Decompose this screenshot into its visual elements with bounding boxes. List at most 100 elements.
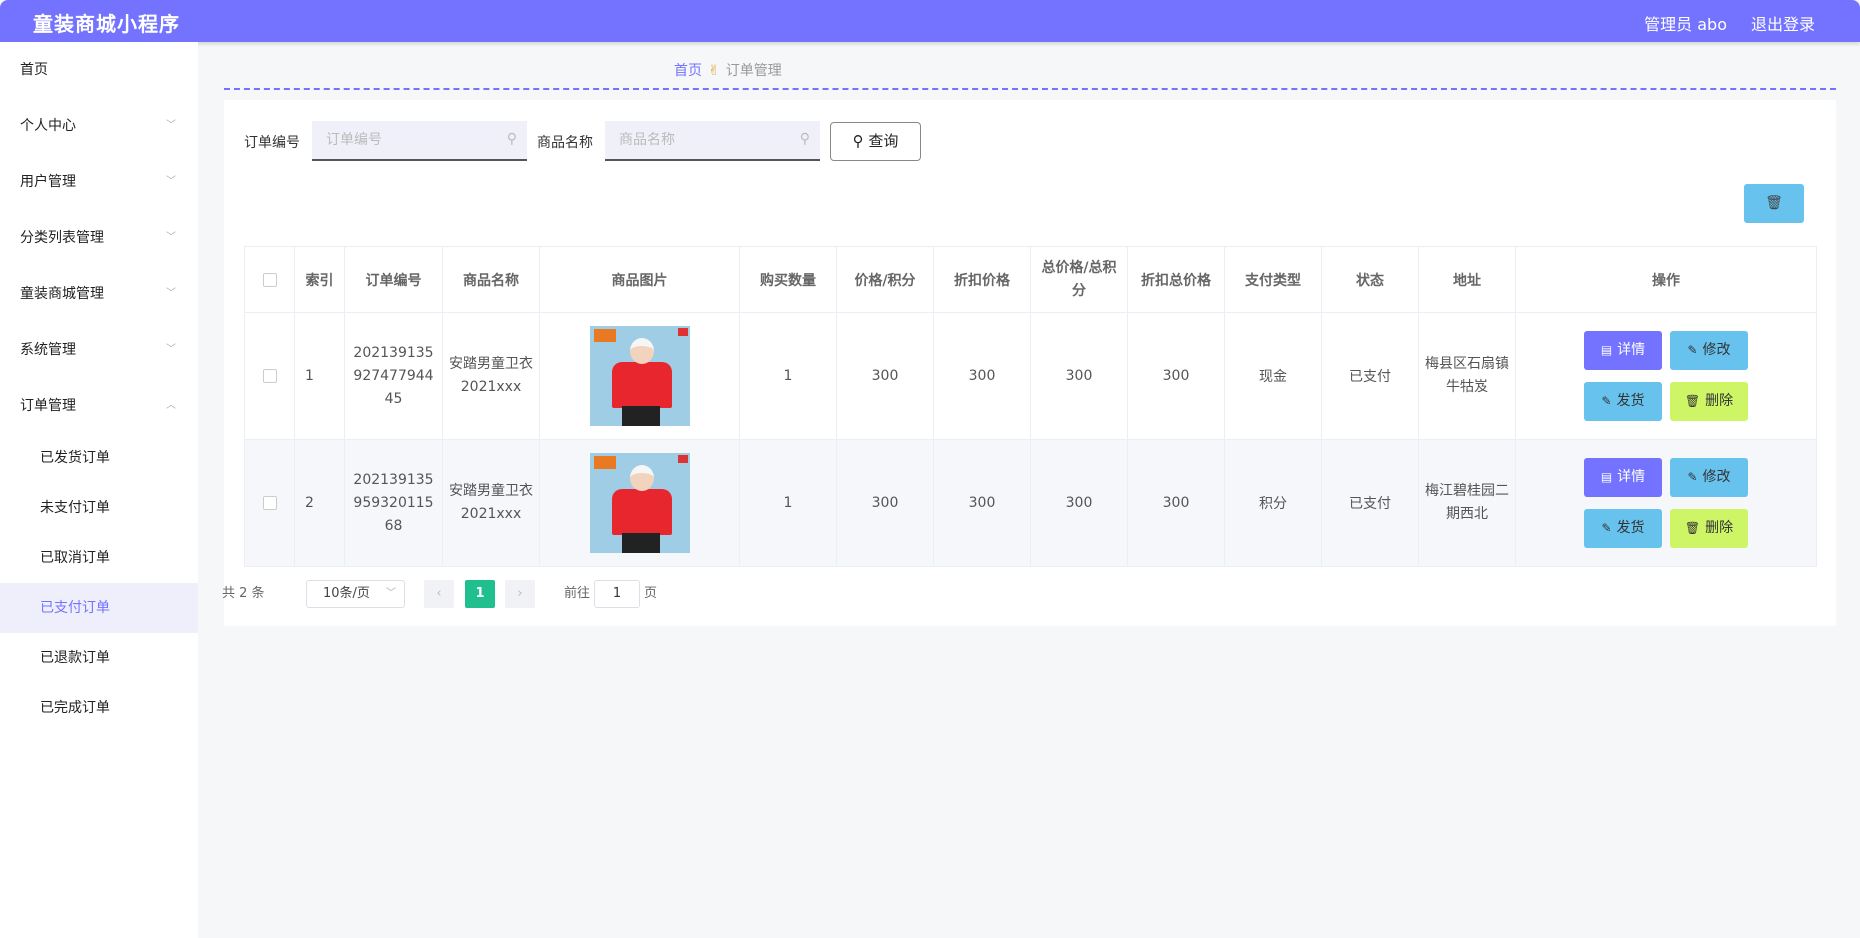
- select-all-checkbox[interactable]: [262, 272, 277, 287]
- edit-button[interactable]: ✎ 修改: [1670, 331, 1748, 370]
- sidebar-subitem-paid[interactable]: 已支付订单: [0, 583, 198, 633]
- breadcrumb-current: 订单管理: [725, 63, 782, 79]
- search-icon: ⚲: [799, 131, 810, 147]
- chevron-down-icon: ﹀: [386, 588, 396, 599]
- total-cell: 300: [1030, 439, 1128, 567]
- chevron-right-icon: ›: [517, 586, 523, 601]
- address-cell: 梅县区石扇镇牛牯岌: [1418, 312, 1516, 440]
- chevron-down-icon: ﹀: [166, 288, 176, 299]
- detail-button[interactable]: ▤ 详情: [1584, 458, 1662, 497]
- next-page-button[interactable]: ›: [505, 580, 535, 608]
- product-thumbnail: [589, 453, 690, 553]
- orders-table: 索引 订单编号 商品名称 商品图片 购买数量 价格/积分 折扣价格 总价格/总积…: [244, 246, 1817, 567]
- detail-button-label: 详情: [1617, 342, 1646, 358]
- sidebar-item-system-management[interactable]: 系统管理 ﹀: [0, 322, 198, 378]
- detail-button[interactable]: ▤ 详情: [1584, 331, 1662, 370]
- delete-button[interactable]: 🗑 删除: [1670, 509, 1748, 548]
- sidebar-item-label: 用户管理: [20, 174, 76, 190]
- select-all-cell: [244, 246, 295, 313]
- goods-name-value: 安踏男童卫衣2021xxx: [449, 483, 533, 522]
- actions-cell: ▤ 详情 ✎ 修改 ✎ 发货 🗑 删除: [1515, 312, 1817, 440]
- sidebar-subitem-shipped[interactable]: 已发货订单: [0, 433, 198, 483]
- column-header: 商品图片: [539, 246, 740, 313]
- breadcrumb-divider: [224, 88, 1836, 90]
- sidebar-item-personal-center[interactable]: 个人中心 ﹀: [0, 98, 198, 154]
- page-number-current[interactable]: 1: [465, 580, 495, 608]
- column-header: 地址: [1418, 246, 1516, 313]
- status-cell: 已支付: [1321, 439, 1419, 567]
- query-button-label: 查询: [868, 132, 899, 150]
- row-select-cell: [244, 439, 295, 567]
- sidebar-subitem-refunded[interactable]: 已退款订单: [0, 633, 198, 683]
- discount-price-cell: 300: [933, 439, 1031, 567]
- order-no-value: 20213913595932011568: [353, 471, 434, 534]
- sidebar-item-order-management[interactable]: 订单管理 ︿: [0, 378, 198, 434]
- qty-cell: 1: [739, 439, 837, 567]
- goods-name-label: 商品名称: [537, 135, 593, 151]
- delete-button[interactable]: 🗑 删除: [1670, 382, 1748, 421]
- sidebar-item-home[interactable]: 首页: [0, 42, 198, 98]
- chevron-down-icon: ﹀: [166, 176, 176, 187]
- row-checkbox[interactable]: [262, 496, 277, 510]
- sidebar-item-label: 订单管理: [20, 398, 76, 414]
- hand-icon: ✌: [708, 63, 720, 79]
- total-cell: 300: [1030, 312, 1128, 440]
- edit-button-label: 修改: [1702, 469, 1731, 485]
- status-cell: 已支付: [1321, 312, 1419, 440]
- table-row: 2 20213913595932011568 安踏男童卫衣2021xxx 1 3…: [244, 439, 1817, 567]
- edit-button-label: 修改: [1702, 342, 1731, 358]
- trash-icon: 🗑: [1765, 195, 1783, 211]
- chevron-down-icon: ﹀: [166, 120, 176, 131]
- column-header: 折扣总价格: [1127, 246, 1225, 313]
- goods-name-cell: 安踏男童卫衣2021xxx: [442, 439, 540, 567]
- order-no-cell: 20213913595932011568: [344, 439, 443, 567]
- edit-button[interactable]: ✎ 修改: [1670, 458, 1748, 497]
- column-header: 状态: [1321, 246, 1419, 313]
- sidebar-item-user-management[interactable]: 用户管理 ﹀: [0, 154, 198, 210]
- prev-page-button[interactable]: ‹: [424, 580, 454, 608]
- goods-name-input[interactable]: [605, 121, 775, 159]
- discount-total-cell: 300: [1127, 312, 1225, 440]
- index-cell: 1: [294, 312, 345, 440]
- page-size-select[interactable]: 10条/页 ﹀: [306, 580, 405, 608]
- ship-button[interactable]: ✎ 发货: [1584, 509, 1662, 548]
- breadcrumb-home[interactable]: 首页: [674, 63, 702, 79]
- order-no-value: 20213913592747794445: [353, 344, 434, 407]
- qty-cell: 1: [739, 312, 837, 440]
- pay-type-cell: 积分: [1224, 439, 1322, 567]
- order-no-input[interactable]: [312, 121, 482, 159]
- column-header: 总价格/总积分: [1030, 246, 1128, 313]
- document-icon: ▤: [1600, 343, 1613, 357]
- goods-image-cell: [539, 439, 740, 567]
- admin-username: 管理员 abo: [1644, 15, 1727, 34]
- column-header: 订单编号: [344, 246, 443, 313]
- sidebar-item-label: 童装商城管理: [20, 286, 104, 302]
- query-button[interactable]: ⚲ 查询: [830, 122, 921, 161]
- document-icon: ▤: [1600, 470, 1613, 484]
- row-checkbox[interactable]: [262, 369, 277, 383]
- goods-name-cell: 安踏男童卫衣2021xxx: [442, 312, 540, 440]
- top-header-bar: 童装商城小程序 管理员 abo 退出登录: [0, 0, 1860, 42]
- logout-button[interactable]: 退出登录: [1751, 11, 1815, 35]
- column-header: 操作: [1515, 246, 1817, 313]
- pagination-total: 共 2 条: [222, 586, 265, 601]
- sidebar-item-label: 分类列表管理: [20, 230, 104, 246]
- ship-button[interactable]: ✎ 发货: [1584, 382, 1662, 421]
- trash-icon: 🗑: [1684, 394, 1701, 408]
- sidebar-subitem-cancelled[interactable]: 已取消订单: [0, 533, 198, 583]
- sidebar-item-category-management[interactable]: 分类列表管理 ﹀: [0, 210, 198, 266]
- goods-image-cell: [539, 312, 740, 440]
- sidebar-subitem-unpaid[interactable]: 未支付订单: [0, 483, 198, 533]
- sidebar-item-mall-management[interactable]: 童装商城管理 ﹀: [0, 266, 198, 322]
- delete-button-label: 删除: [1705, 393, 1734, 409]
- sidebar-item-label: 个人中心: [20, 118, 76, 134]
- goto-page-input[interactable]: 1: [594, 580, 640, 608]
- sidebar-subitem-completed[interactable]: 已完成订单: [0, 683, 198, 733]
- price-cell: 300: [836, 312, 934, 440]
- chevron-up-icon: ︿: [166, 400, 176, 411]
- breadcrumb: 首页 ✌ 订单管理: [674, 60, 782, 80]
- batch-delete-button[interactable]: 🗑: [1744, 184, 1804, 223]
- price-cell: 300: [836, 439, 934, 567]
- goods-name-search-box: ⚲: [605, 121, 820, 161]
- page-suffix-label: 页: [644, 586, 658, 601]
